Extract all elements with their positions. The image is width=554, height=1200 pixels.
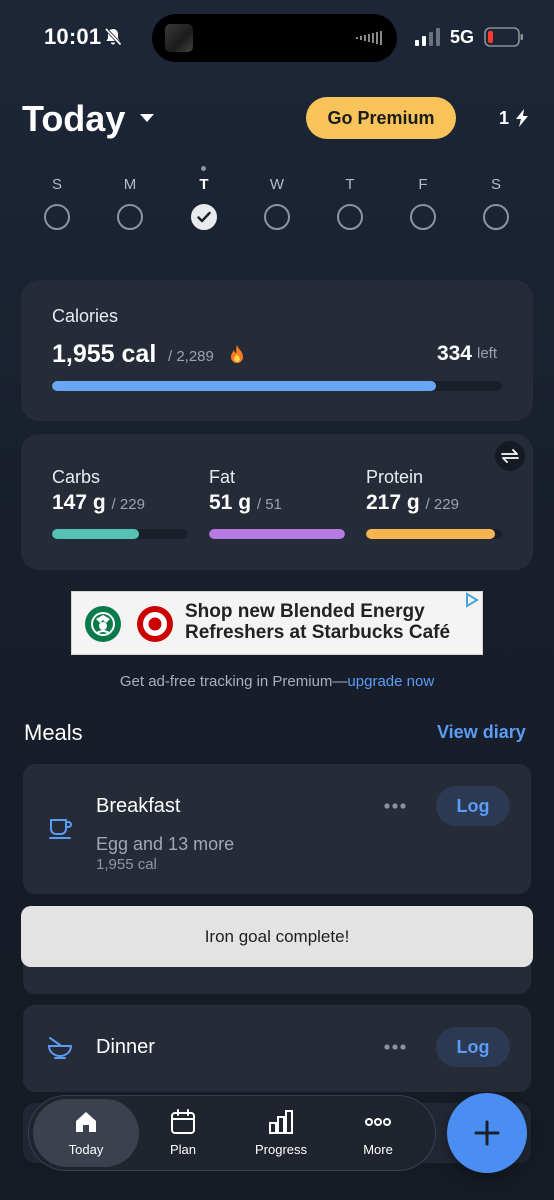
- home-icon: [76, 1112, 96, 1132]
- weekday-label: S: [51, 176, 62, 193]
- log-dinner-button[interactable]: Log: [436, 1027, 510, 1067]
- plus-icon: [474, 1120, 500, 1146]
- tab-progress[interactable]: Progress: [236, 1108, 326, 1157]
- calories-left-label: left: [477, 345, 498, 362]
- macro-value: 51 g: [209, 491, 252, 514]
- calories-left-value: 334: [436, 342, 472, 365]
- tab-plan[interactable]: Plan: [138, 1108, 228, 1157]
- checkmark-icon: [197, 211, 211, 223]
- ad-text-line2: Refreshers at Starbucks Café: [185, 622, 451, 643]
- weekday-progress-circle[interactable]: [337, 204, 363, 230]
- macro-value-row: 147 g / 229: [52, 491, 145, 515]
- cell-signal-icon: [415, 28, 440, 46]
- tab-label: Progress: [254, 1142, 308, 1157]
- weekday-progress-circle[interactable]: [44, 204, 70, 230]
- go-premium-button[interactable]: Go Premium: [306, 97, 456, 139]
- macro-value-row: 217 g / 229: [366, 491, 459, 515]
- macro-progress-fill: [209, 529, 345, 539]
- toast-notification: Iron goal complete!: [21, 906, 533, 967]
- swap-macros-button[interactable]: [495, 441, 525, 471]
- bar-chart-icon: [269, 1110, 293, 1134]
- macro-goal: / 229: [425, 496, 459, 513]
- coffee-cup-icon: [49, 819, 72, 839]
- battery-low-icon: [484, 27, 523, 47]
- calories-label: Calories: [52, 306, 119, 326]
- ad-text[interactable]: Shop new Blended Energy Refreshers at St…: [185, 601, 470, 643]
- macro-name: Fat: [209, 467, 236, 487]
- weekday-label: T: [345, 176, 355, 193]
- ad-choices-icon[interactable]: [462, 592, 482, 608]
- weekday-label: S: [490, 176, 501, 193]
- bell-slash-icon: [104, 27, 122, 46]
- tab-more[interactable]: More: [333, 1108, 423, 1157]
- calories-value: 1,955 cal: [52, 340, 157, 368]
- tab-label: Today: [68, 1142, 104, 1157]
- weekday-label: T: [199, 176, 209, 193]
- weekday-label: F: [418, 176, 428, 193]
- more-dots-icon: [365, 1118, 391, 1126]
- macro-progress-fill: [52, 529, 140, 539]
- meal-name: Dinner: [96, 1036, 155, 1058]
- ad-text-line1: Shop new Blended Energy: [185, 601, 425, 622]
- meals-title: Meals: [24, 720, 83, 745]
- meal-name: Breakfast: [96, 795, 181, 817]
- network-type: 5G: [450, 27, 475, 47]
- ad-free-note: Get ad-free tracking in Premium—upgrade …: [0, 673, 554, 690]
- audio-wave-icon: [356, 31, 382, 45]
- starbucks-logo: [85, 606, 121, 642]
- weekday-label: M: [123, 176, 137, 193]
- bowl-icon: [47, 1037, 73, 1059]
- macro-goal: / 229: [111, 496, 145, 513]
- meal-description: Egg and 13 more: [96, 834, 235, 854]
- weekday-progress-circle[interactable]: [191, 204, 217, 230]
- ad-free-note-text: Get ad-free tracking in Premium—: [119, 673, 348, 690]
- more-options-icon[interactable]: [384, 803, 406, 809]
- meal-card-breakfast[interactable]: [23, 764, 531, 894]
- macro-progress-bar: [52, 529, 188, 539]
- now-playing-artwork: [165, 24, 193, 52]
- weekday-progress-circle[interactable]: [264, 204, 290, 230]
- swap-arrows-icon: [501, 449, 519, 463]
- macro-value: 217 g: [366, 491, 420, 514]
- calories-progress-fill: [52, 381, 437, 391]
- macro-goal: / 51: [256, 496, 282, 513]
- streak-count[interactable]: 1: [499, 108, 509, 129]
- calories-progress-bar: [52, 381, 502, 391]
- calendar-icon: [171, 1109, 195, 1134]
- macro-progress-fill: [366, 529, 495, 539]
- page-title[interactable]: Today: [22, 98, 125, 140]
- macro-value-row: 51 g / 51: [209, 491, 282, 515]
- weekday-label: W: [269, 176, 285, 193]
- weekday-progress-circle[interactable]: [410, 204, 436, 230]
- tab-label: More: [363, 1142, 393, 1157]
- tab-label: Plan: [169, 1142, 197, 1157]
- today-indicator-dot: [201, 166, 206, 171]
- macro-progress-bar: [366, 529, 502, 539]
- weekday-progress-circle[interactable]: [117, 204, 143, 230]
- weekday-progress-circle[interactable]: [483, 204, 509, 230]
- chevron-down-icon[interactable]: [138, 111, 156, 125]
- macro-name: Carbs: [52, 467, 101, 487]
- fire-icon: [231, 345, 243, 363]
- bolt-icon[interactable]: [514, 109, 530, 127]
- target-logo: [137, 606, 173, 642]
- calories-goal: / 2,289: [168, 348, 214, 365]
- macro-progress-bar: [209, 529, 345, 539]
- log-breakfast-button[interactable]: Log: [436, 786, 510, 826]
- macro-name: Protein: [366, 467, 424, 487]
- status-time: 10:01: [44, 24, 102, 49]
- tab-today[interactable]: Today: [41, 1108, 131, 1157]
- meal-calories: 1,955 cal: [96, 856, 157, 873]
- view-diary-link[interactable]: View diary: [437, 722, 526, 743]
- more-options-icon[interactable]: [384, 1044, 406, 1050]
- upgrade-now-link[interactable]: upgrade now: [347, 673, 434, 690]
- add-entry-button[interactable]: [447, 1093, 527, 1173]
- macro-value: 147 g: [52, 491, 106, 514]
